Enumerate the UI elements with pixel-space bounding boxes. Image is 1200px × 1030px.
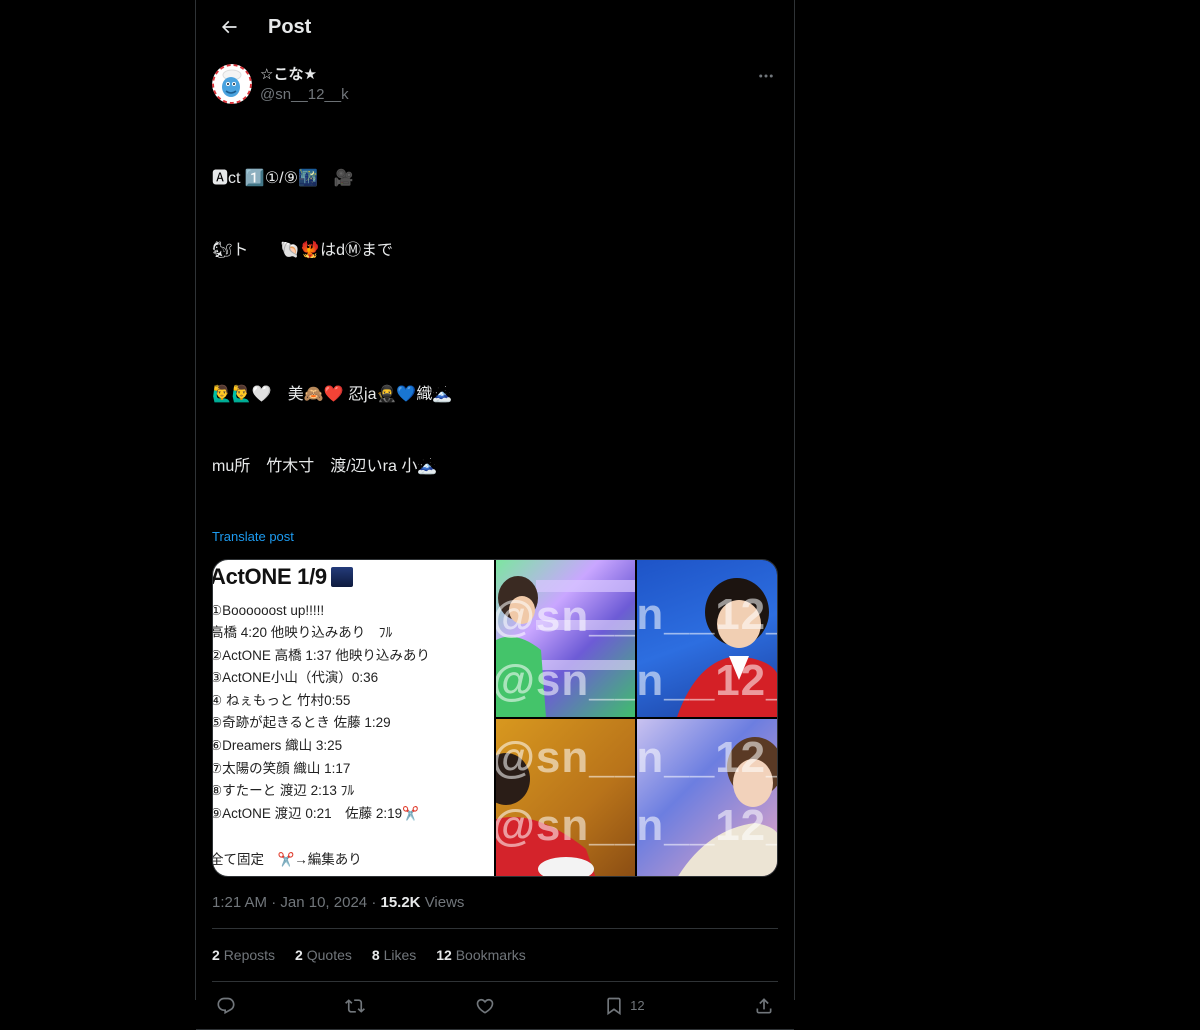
quotes-stat[interactable]: 2 Quotes [295, 945, 352, 965]
likes-stat[interactable]: 8 Likes [372, 945, 416, 965]
separator: · [371, 894, 377, 911]
post-media[interactable]: ActONE 1/9 ①Boooooost up!!!!! 高橋 4:20 他映… [212, 559, 778, 877]
post-line [212, 311, 778, 335]
setlist-item: ②ActONE 高橋 1:37 他映り込みあり [213, 648, 430, 663]
share-icon [756, 997, 772, 1013]
translate-post-link[interactable]: Translate post [196, 527, 794, 547]
author-meta: ☆こな★ @sn__12__k [260, 65, 349, 105]
watermark-text: @sn__12_k [637, 801, 777, 850]
setlist-image[interactable]: ActONE 1/9 ①Boooooost up!!!!! 高橋 4:20 他映… [213, 560, 494, 876]
page-title: Post [268, 15, 312, 38]
post-line: mu所 竹木寸 渡/辺いra 小🗻 [212, 458, 438, 475]
watermark-text: @sn__12_k [496, 801, 635, 850]
setlist-item: 高橋 4:20 他映り込みあり ﾌﾙ [213, 625, 393, 640]
setlist-item: ⑦太陽の笑顔 織山 1:17 [213, 761, 351, 776]
bookmark-button[interactable]: 12 [604, 996, 645, 1016]
post-line: 🙋‍♂️🙋‍♂️🤍 美🙈❤️ 忍ja🥷💙織🗻 [212, 386, 453, 403]
repost-icon [345, 998, 366, 1013]
setlist-item: ⑥Dreamers 織山 3:25 [213, 738, 343, 753]
setlist-item: ⑤奇跡が起きるとき 佐藤 1:29 [213, 715, 391, 730]
watermark-text: @sn__12_k [637, 590, 777, 639]
author-row: ☆こな★ @sn__12__k [196, 54, 794, 105]
watermark-text: @sn__12_k [496, 733, 635, 782]
photo-grid: @sn__12_k @sn__12_k @sn__12_k @sn__12_k [496, 560, 777, 876]
user-handle[interactable]: @sn__12__k [260, 85, 349, 105]
watermark-text: @sn__12_k [637, 656, 777, 705]
reply-button[interactable] [216, 996, 236, 1016]
setlist-item: ⑨ActONE 渡辺 0:21 佐藤 2:19✂️ [213, 806, 419, 821]
post-text: 🅰ct 1️⃣①/⑨🌃 🎥 🐿ト 🐚🐦‍🔥はdⓂまで 🙋‍♂️🙋‍♂️🤍 美🙈❤… [196, 105, 794, 527]
bookmark-count: 12 [630, 998, 645, 1013]
top-bar: Post [196, 0, 794, 54]
setlist-item: 全て固定 ✂️→編集あり [213, 852, 362, 867]
setlist-item: ③ActONE小山（代演）0:36 [213, 670, 379, 685]
arrow-left-icon [221, 20, 237, 34]
post-time[interactable]: 1:21 AM [212, 894, 267, 911]
photo-2[interactable]: @sn__12_k @sn__12_k [637, 560, 777, 717]
avatar[interactable] [212, 64, 252, 104]
back-button[interactable] [212, 10, 246, 44]
setlist-item: ⑧すたーと 渡辺 2:13 ﾌﾙ [213, 783, 355, 798]
bookmark-icon [607, 997, 621, 1015]
display-name[interactable]: ☆こな★ [260, 65, 349, 85]
night-city-icon [330, 567, 353, 587]
post-date[interactable]: Jan 10, 2024 [280, 894, 367, 911]
more-horizontal-icon [759, 74, 773, 78]
post-line: 🐿ト 🐚🐦‍🔥はdⓂまで [212, 242, 394, 259]
action-bar: 12 [196, 982, 794, 1030]
photo-1[interactable]: @sn__12_k @sn__12_k [496, 560, 635, 717]
post-column: Post ☆こな★ @sn__12__k 🅰ct 1️⃣①/⑨🌃 🎥 🐿ト 🐚🐦… [195, 0, 795, 1030]
reposts-stat[interactable]: 2 Reposts [212, 945, 275, 965]
engagement-stats: 2 Reposts 2 Quotes 8 Likes 12 Bookmarks [212, 929, 778, 982]
setlist-item: ④ ねぇもっと 竹村0:55 [213, 693, 351, 708]
watermark-text: @sn__12_k [496, 656, 635, 705]
reply-icon [217, 997, 235, 1014]
bookmarks-stat[interactable]: 12 Bookmarks [436, 945, 526, 965]
separator: · [271, 894, 277, 911]
photo-4[interactable]: @sn__12_k @sn__12_k [637, 719, 777, 876]
setlist-title: ActONE 1/9 [213, 564, 353, 590]
repost-button[interactable] [345, 996, 366, 1016]
watermark-text: @sn__12_k [637, 733, 777, 782]
heart-icon [476, 998, 494, 1014]
like-button[interactable] [475, 996, 495, 1016]
more-options-button[interactable] [754, 66, 778, 86]
watermark-text: @sn__12_k [496, 592, 635, 641]
timestamp-row: 1:21 AM · Jan 10, 2024 · 15.2K Views [212, 877, 778, 929]
setlist-item: ①Boooooost up!!!!! [213, 603, 325, 618]
share-button[interactable] [754, 996, 774, 1016]
post-line: 🅰ct 1️⃣①/⑨🌃 🎥 [212, 170, 354, 187]
views-label: Views [424, 894, 465, 911]
photo-3[interactable]: @sn__12_k @sn__12_k [496, 719, 635, 876]
views-count: 15.2K [380, 894, 421, 911]
